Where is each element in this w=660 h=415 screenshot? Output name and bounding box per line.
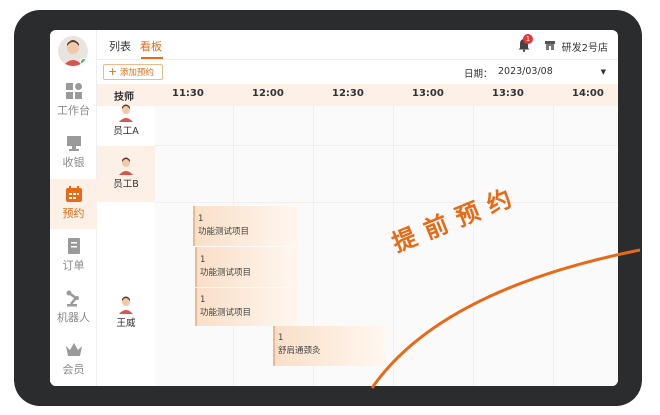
booking-count: 1	[278, 333, 284, 343]
time-header: 13:30	[492, 88, 524, 99]
person-icon	[119, 296, 133, 314]
booking-card[interactable]: 1 功能测试项目	[195, 288, 299, 326]
date-select[interactable]: 2023/03/08 ▼	[493, 64, 610, 80]
user-avatar[interactable]	[58, 36, 88, 66]
sidebar-item-cashier[interactable]: 收银	[50, 128, 97, 178]
booking-count: 1	[200, 255, 206, 265]
toolbar: + 添加预约 日期： 2023/03/08 ▼	[97, 60, 618, 84]
date-value: 2023/03/08	[498, 66, 553, 77]
sidebar-item-members[interactable]: 会员	[50, 335, 97, 385]
time-header: 13:00	[412, 88, 444, 99]
robot-arm-icon	[66, 290, 79, 307]
sidebar-item-label: 预约	[62, 207, 85, 220]
date-label: 日期：	[464, 69, 493, 80]
store-icon	[545, 41, 555, 50]
booking-card[interactable]: 1 舒肩通颈灸	[273, 326, 385, 366]
add-booking-button[interactable]: + 添加预约	[103, 64, 163, 80]
booking-count: 1	[200, 295, 206, 305]
staff-row-wangwei[interactable]: 王威	[97, 294, 155, 334]
sidebar-item-label: 订单	[62, 259, 85, 272]
booking-count: 1	[198, 214, 204, 224]
calendar-icon	[65, 186, 82, 202]
app-screen: 工作台 收银 预约 订单 机器人 会员 列表 看板 1 研发2号店 + 添加预约…	[50, 30, 618, 386]
crown-icon	[65, 343, 82, 356]
booking-service: 功能测试项目	[198, 227, 250, 237]
top-bar: 列表 看板 1 研发2号店	[97, 30, 618, 60]
add-booking-label: 添加预约	[119, 68, 154, 78]
sidebar-item-workbench[interactable]: 工作台	[50, 76, 97, 126]
staff-row-b[interactable]: 员工B	[97, 146, 155, 202]
person-icon	[119, 104, 133, 122]
row-divider	[155, 145, 618, 146]
active-tab-indicator	[141, 57, 163, 59]
caret-down-icon: ▼	[600, 68, 606, 76]
schedule-header: 技师 11:30 12:00 12:30 13:00 13:30 14:00	[97, 84, 618, 106]
plus-icon: +	[108, 65, 118, 78]
staff-name: 员工A	[113, 126, 139, 137]
grid-line	[473, 106, 474, 386]
time-header: 12:30	[332, 88, 364, 99]
staff-row-a[interactable]: 员工A	[97, 104, 155, 145]
store-selector[interactable]: 研发2号店	[562, 39, 608, 54]
sidebar-item-label: 工作台	[57, 104, 90, 117]
notification-badge: 1	[523, 34, 533, 44]
sidebar-item-label: 会员	[62, 363, 85, 376]
booking-card[interactable]: 1 功能测试项目	[193, 206, 299, 246]
grid-icon	[65, 83, 82, 99]
booking-service: 功能测试项目	[200, 268, 252, 278]
staff-name: 员工B	[113, 179, 139, 190]
booking-service: 舒肩通颈灸	[278, 346, 321, 356]
tab-list[interactable]: 列表	[109, 38, 131, 54]
online-status-dot	[80, 58, 88, 66]
time-header: 11:30	[172, 88, 204, 99]
grid-line	[553, 106, 554, 386]
staff-name: 王威	[116, 318, 136, 329]
time-header: 12:00	[252, 88, 284, 99]
sidebar-item-booking[interactable]: 预约	[50, 179, 97, 229]
staff-column-header: 技师	[114, 92, 134, 103]
row-divider	[155, 202, 618, 203]
person-icon	[119, 157, 133, 175]
monitor-icon	[66, 136, 81, 151]
grid-line	[233, 106, 234, 386]
sidebar: 工作台 收银 预约 订单 机器人 会员	[50, 30, 97, 386]
time-header: 14:00	[572, 88, 604, 99]
document-icon	[67, 238, 80, 254]
booking-card[interactable]: 1 功能测试项目	[195, 247, 299, 287]
sidebar-item-label: 收银	[62, 156, 85, 169]
sidebar-item-label: 机器人	[57, 311, 90, 324]
schedule-grid: 员工A 员工B 王威 1 功能测试项目 1 功能测试项目 1 功能测试项目 1	[97, 104, 618, 386]
booking-service: 功能测试项目	[200, 308, 252, 318]
sidebar-item-robot[interactable]: 机器人	[50, 283, 97, 333]
sidebar-item-orders[interactable]: 订单	[50, 231, 97, 281]
tab-board[interactable]: 看板	[140, 38, 162, 54]
